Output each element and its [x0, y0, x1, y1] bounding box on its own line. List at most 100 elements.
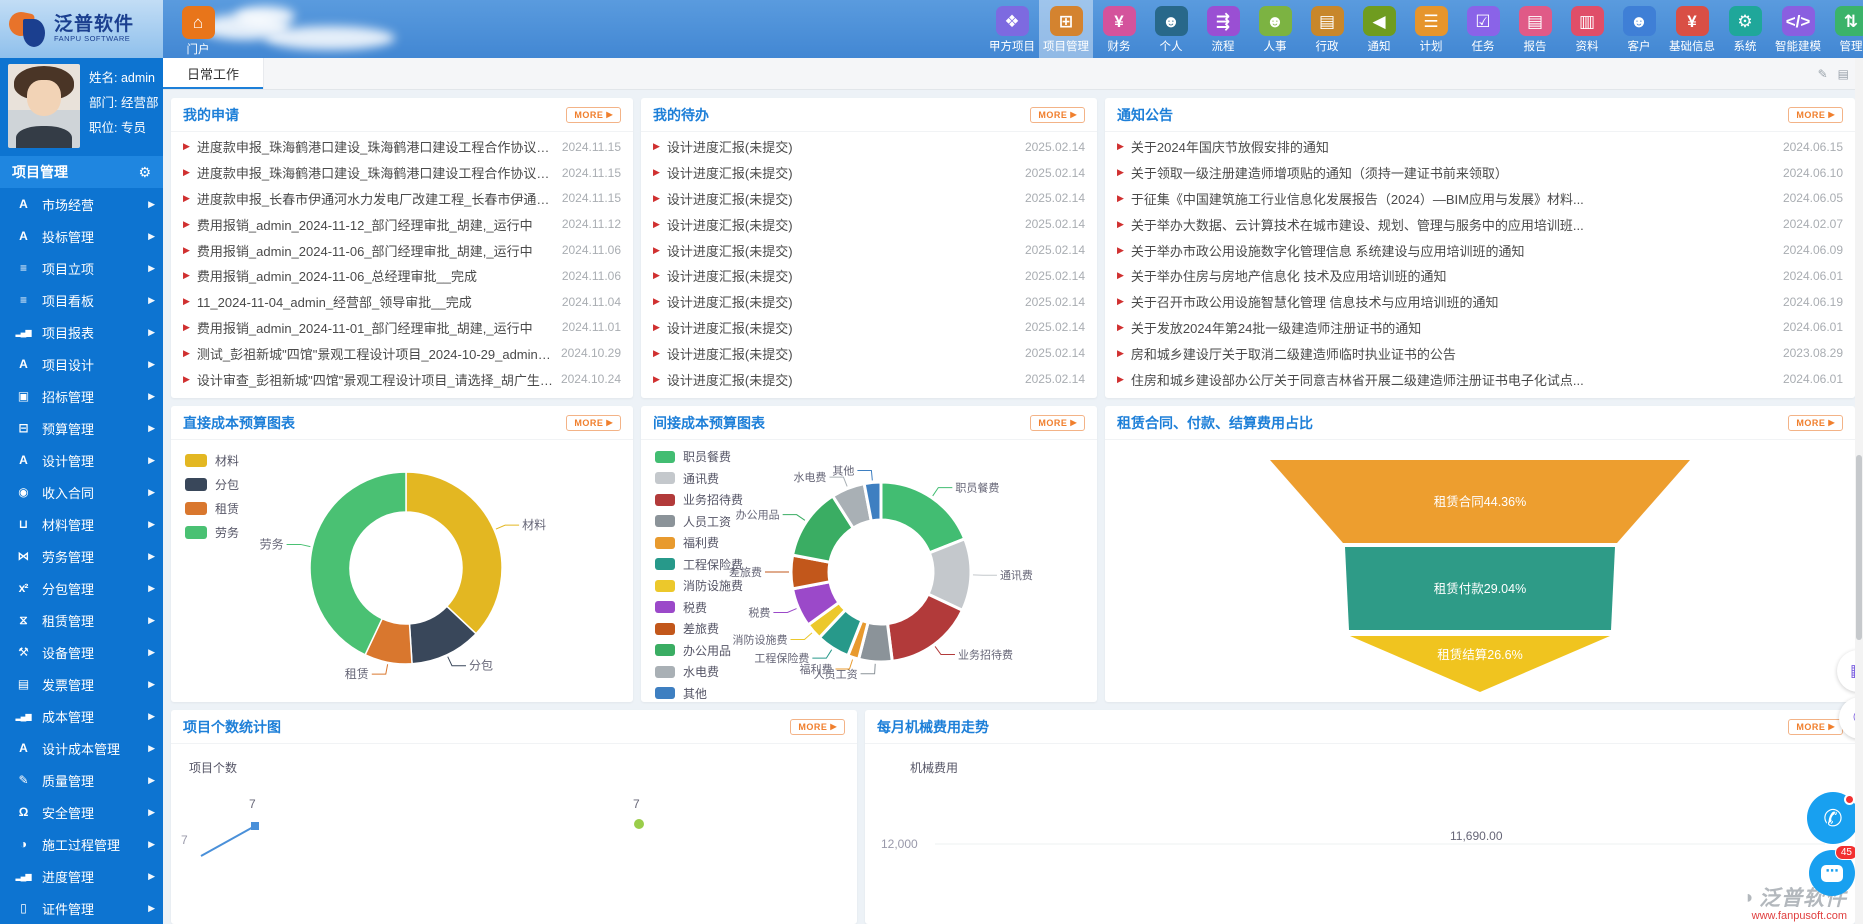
list-item[interactable]: ▶设计进度汇报(未提交)2025.02.14 [653, 289, 1085, 315]
nav-item-12[interactable]: ▥资料 [1561, 0, 1613, 58]
sidebar-item[interactable]: A项目设计▶ [0, 348, 163, 380]
legend-item[interactable]: 水电费 [655, 663, 743, 680]
list-item[interactable]: ▶关于召开市政公用设施智慧化管理 信息技术与应用培训班的通知2024.06.19 [1117, 289, 1843, 315]
legend-item[interactable]: 通讯费 [655, 470, 743, 487]
sidebar-item[interactable]: A设计管理▶ [0, 444, 163, 476]
list-item[interactable]: ▶进度款申报_长春市伊通河水力发电厂改建工程_长春市伊通河水力发电...2024… [183, 186, 621, 212]
more-button[interactable]: MORE▶ [1030, 415, 1085, 431]
list-item[interactable]: ▶关于举办市政公用设施数字化管理信息 系统建设与应用培训班的通知2024.06.… [1117, 237, 1843, 263]
sidebar-item[interactable]: A设计成本管理▶ [0, 732, 163, 764]
gear-icon[interactable]: ⚙ [138, 164, 151, 181]
sidebar-item[interactable]: ▯证件管理▶ [0, 892, 163, 924]
list-item[interactable]: ▶设计进度汇报(未提交)2025.02.14 [653, 366, 1085, 392]
sidebar-item[interactable]: ✎质量管理▶ [0, 764, 163, 796]
legend-item[interactable]: 差旅费 [655, 620, 743, 637]
scrollbar-thumb[interactable] [1856, 455, 1862, 640]
more-button[interactable]: MORE▶ [1030, 107, 1085, 123]
sidebar-item[interactable]: ≡项目看板▶ [0, 284, 163, 316]
sidebar-item[interactable]: ⊔材料管理▶ [0, 508, 163, 540]
nav-item-14[interactable]: ¥基础信息 [1665, 0, 1719, 58]
list-item[interactable]: ▶关于举办大数据、云计算技术在城市建设、规划、管理与服务中的应用培训班...20… [1117, 211, 1843, 237]
legend-item[interactable]: 分包 [185, 476, 239, 493]
sidebar-item[interactable]: ⚒设备管理▶ [0, 636, 163, 668]
list-item[interactable]: ▶关于发放2024年第24批一级建造师注册证书的通知2024.06.01 [1117, 315, 1843, 341]
sidebar-item[interactable]: ⋈劳务管理▶ [0, 540, 163, 572]
legend-item[interactable]: 其他 [655, 685, 743, 702]
legend-item[interactable]: 租赁 [185, 500, 239, 517]
more-button[interactable]: MORE▶ [566, 415, 621, 431]
nav-item-15[interactable]: ⚙系统 [1719, 0, 1771, 58]
legend-item[interactable]: 业务招待费 [655, 491, 743, 508]
list-item[interactable]: ▶关于领取一级注册建造师增项贴的通知（须持一建证书前来领取）2024.06.10 [1117, 160, 1843, 186]
nav-item-2[interactable]: ⊞项目管理 [1039, 0, 1093, 58]
list-item[interactable]: ▶住房和城乡建设部办公厅关于同意吉林省开展二级建造师注册证书电子化试点...20… [1117, 366, 1843, 392]
nav-item-5[interactable]: ⇶流程 [1197, 0, 1249, 58]
more-button[interactable]: MORE▶ [1788, 107, 1843, 123]
nav-item-13[interactable]: ☻客户 [1613, 0, 1665, 58]
list-item[interactable]: ▶关于2024年国庆节放假安排的通知2024.06.15 [1117, 134, 1843, 160]
list-item[interactable]: ▶进度款申报_珠海鹤港口建设_珠海鹤港口建设工程合作协议书_admin_...2… [183, 160, 621, 186]
legend-item[interactable]: 工程保险费 [655, 556, 743, 573]
nav-item-17[interactable]: ⇅管理 [1825, 0, 1863, 58]
list-item[interactable]: ▶设计进度汇报(未提交)2025.02.14 [653, 186, 1085, 212]
nav-item-6[interactable]: ☻人事 [1249, 0, 1301, 58]
sidebar-item[interactable]: A投标管理▶ [0, 220, 163, 252]
sidebar-item[interactable]: ◉收入合同▶ [0, 476, 163, 508]
list-item[interactable]: ▶设计进度汇报(未提交)2025.02.14 [653, 263, 1085, 289]
legend-item[interactable]: 劳务 [185, 524, 239, 541]
sidebar-item[interactable]: ≡项目立项▶ [0, 252, 163, 284]
more-button[interactable]: MORE▶ [566, 107, 621, 123]
nav-item-9[interactable]: ☰计划 [1405, 0, 1457, 58]
list-item[interactable]: ▶11_2024-11-04_admin_经营部_领导审批__完成2024.11… [183, 289, 621, 315]
list-item[interactable]: ▶费用报销_admin_2024-11-06_总经理审批__完成2024.11.… [183, 263, 621, 289]
list-item[interactable]: ▶测试_彭祖新城"四馆"景观工程设计项目_2024-10-29_admin_结束… [183, 340, 621, 366]
sidebar-item[interactable]: Ω安全管理▶ [0, 796, 163, 828]
sidebar-item[interactable]: A市场经营▶ [0, 188, 163, 220]
nav-item-10[interactable]: ☑任务 [1457, 0, 1509, 58]
sidebar-item[interactable]: ◑施工过程管理▶ [0, 828, 163, 860]
more-button[interactable]: MORE▶ [790, 719, 845, 735]
list-item[interactable]: ▶设计进度汇报(未提交)2025.02.14 [653, 211, 1085, 237]
sidebar-item[interactable]: ▣招标管理▶ [0, 380, 163, 412]
nav-item-16[interactable]: </>智能建模 [1771, 0, 1825, 58]
list-item[interactable]: ▶房和城乡建设厅关于取消二级建造师临时执业证书的公告2023.08.29 [1117, 340, 1843, 366]
nav-item-3[interactable]: ¥财务 [1093, 0, 1145, 58]
edit-icon[interactable]: ✎ [1818, 67, 1828, 81]
sidebar-item[interactable]: x²分包管理▶ [0, 572, 163, 604]
list-item[interactable]: ▶设计进度汇报(未提交)2025.02.14 [653, 315, 1085, 341]
list-item[interactable]: ▶费用报销_admin_2024-11-01_部门经理审批_胡建,_运行中202… [183, 315, 621, 341]
list-item[interactable]: ▶费用报销_admin_2024-11-06_部门经理审批_胡建,_运行中202… [183, 237, 621, 263]
sidebar-item[interactable]: ▤发票管理▶ [0, 668, 163, 700]
clipboard-icon[interactable]: ▤ [1838, 67, 1849, 81]
list-item[interactable]: ▶设计进度汇报(未提交)2025.02.14 [653, 134, 1085, 160]
legend-item[interactable]: 福利费 [655, 534, 743, 551]
legend-item[interactable]: 材料 [185, 452, 239, 469]
more-button[interactable]: MORE▶ [1788, 415, 1843, 431]
list-item[interactable]: ▶关于举办住房与房地产信息化 技术及应用培训班的通知2024.06.01 [1117, 263, 1843, 289]
sidebar-item[interactable]: ⧖租赁管理▶ [0, 604, 163, 636]
legend-item[interactable]: 消防设施费 [655, 577, 743, 594]
legend-item[interactable]: 办公用品 [655, 642, 743, 659]
nav-item-11[interactable]: ▤报告 [1509, 0, 1561, 58]
nav-item-8[interactable]: ◀通知 [1353, 0, 1405, 58]
nav-item-4[interactable]: ☻个人 [1145, 0, 1197, 58]
nav-item-7[interactable]: ▤行政 [1301, 0, 1353, 58]
sidebar-item[interactable]: ▂▄▆项目报表▶ [0, 316, 163, 348]
list-item[interactable]: ▶设计进度汇报(未提交)2025.02.14 [653, 160, 1085, 186]
list-item[interactable]: ▶进度款申报_珠海鹤港口建设_珠海鹤港口建设工程合作协议书_admin_...2… [183, 134, 621, 160]
nav-item-1[interactable]: ❖甲方项目 [985, 0, 1039, 58]
chat-button[interactable]: 45 ⋯ [1809, 850, 1855, 896]
legend-item[interactable]: 税费 [655, 599, 743, 616]
list-item[interactable]: ▶设计进度汇报(未提交)2025.02.14 [653, 237, 1085, 263]
tab-daily-work[interactable]: 日常工作 [163, 58, 264, 89]
sidebar-item[interactable]: ⊟预算管理▶ [0, 412, 163, 444]
list-item[interactable]: ▶费用报销_admin_2024-11-12_部门经理审批_胡建,_运行中202… [183, 211, 621, 237]
sidebar-section-header[interactable]: 项目管理 ⚙ [0, 156, 163, 188]
nav-item-portal[interactable]: ⌂ 门户 [172, 0, 224, 58]
sidebar-item[interactable]: ▂▄▆成本管理▶ [0, 700, 163, 732]
sidebar-item[interactable]: ▂▄▆进度管理▶ [0, 860, 163, 892]
legend-item[interactable]: 人员工资 [655, 513, 743, 530]
customer-service-button[interactable]: ✆ [1807, 792, 1859, 844]
list-item[interactable]: ▶于征集《中国建筑施工行业信息化发展报告（2024）—BIM应用与发展》材料..… [1117, 186, 1843, 212]
more-button[interactable]: MORE▶ [1788, 719, 1843, 735]
